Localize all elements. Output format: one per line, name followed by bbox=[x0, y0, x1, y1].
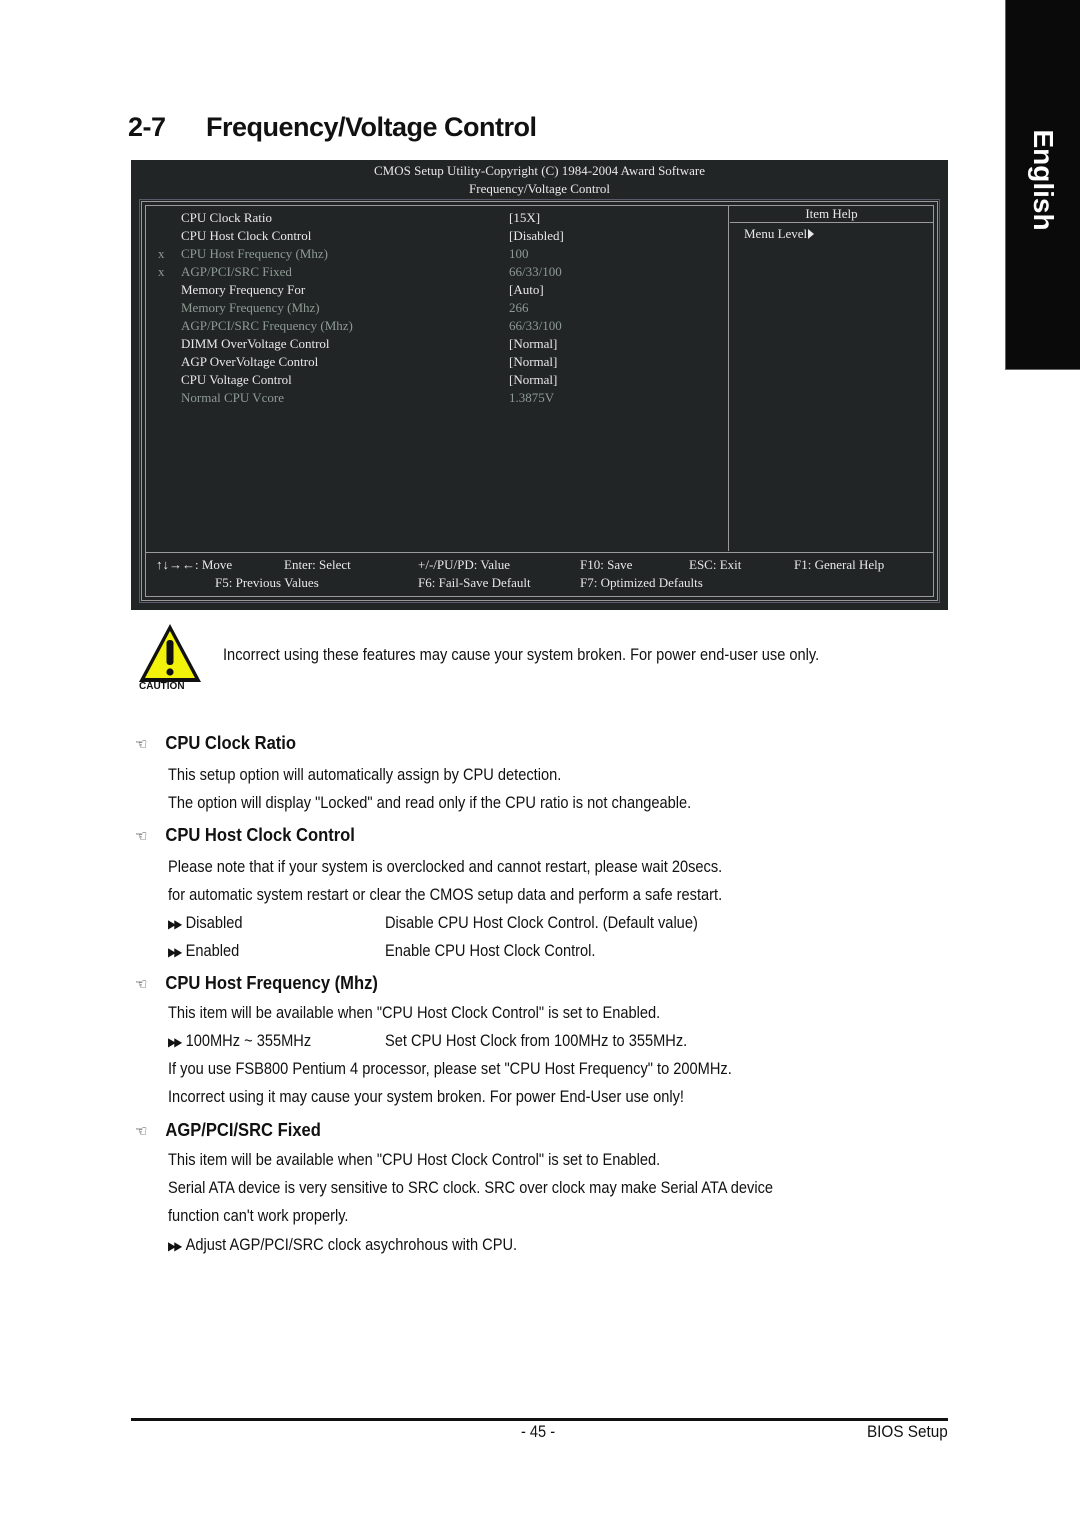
key-value: +/-/PU/PD: Value bbox=[418, 557, 510, 572]
pointing-hand-icon: ☜ bbox=[135, 736, 148, 753]
pointing-hand-icon: ☜ bbox=[135, 1123, 148, 1140]
bios-screenshot: CMOS Setup Utility-Copyright (C) 1984-20… bbox=[131, 160, 948, 610]
fast-forward-icon: ▶▶ bbox=[168, 917, 182, 931]
bios-item-label: CPU Clock Ratio bbox=[181, 210, 273, 225]
paragraph-line: This item will be available when "CPU Ho… bbox=[168, 1150, 661, 1169]
option-desc: Enable CPU Host Clock Control. bbox=[385, 941, 596, 960]
paragraph-line: for automatic system restart or clear th… bbox=[168, 885, 723, 904]
caution-text: Incorrect using these features may cause… bbox=[223, 645, 820, 664]
bios-item-value: 100 bbox=[509, 246, 529, 261]
bios-menu-item[interactable]: CPU Host Clock Control [Disabled] bbox=[146, 227, 728, 245]
key-failsafe: F6: Fail-Save Default bbox=[418, 575, 531, 590]
bios-menu-item[interactable]: Memory Frequency For [Auto] bbox=[146, 281, 728, 299]
item-help-title: Item Help bbox=[730, 206, 933, 223]
bios-item-label: AGP/PCI/SRC Fixed bbox=[181, 264, 292, 279]
bios-frame: CPU Clock Ratio [15X] CPU Host Clock Contr… bbox=[139, 199, 940, 603]
bios-item-value: 1.3875V bbox=[509, 390, 555, 405]
item-help-panel: Item Help Menu Level bbox=[730, 206, 933, 551]
key-move: ↑↓→←: Move bbox=[156, 557, 233, 572]
paragraph-line: This item will be available when "CPU Ho… bbox=[168, 1003, 661, 1022]
bios-item-label: CPU Host Clock Control bbox=[181, 228, 312, 243]
key-save: F10: Save bbox=[580, 557, 633, 572]
key-optimized: F7: Optimized Defaults bbox=[580, 575, 703, 590]
bios-item-value[interactable]: [Normal] bbox=[509, 353, 557, 371]
bios-item-label: AGP/PCI/SRC Frequency (Mhz) bbox=[181, 318, 353, 333]
bios-item-label: Memory Frequency (Mhz) bbox=[181, 300, 320, 315]
bios-item-value[interactable]: [15X] bbox=[509, 209, 540, 227]
bios-item-value[interactable]: [Normal] bbox=[509, 335, 557, 353]
caution-label: CAUTION bbox=[139, 681, 185, 692]
bios-item-value: 66/33/100 bbox=[509, 264, 562, 279]
bios-key-legend: ↑↓→←: Move Enter: Select +/-/PU/PD: Valu… bbox=[146, 552, 933, 596]
bios-menu-item: Memory Frequency (Mhz) 266 bbox=[146, 299, 728, 317]
section-heading: AGP/PCI/SRC Fixed bbox=[165, 1120, 321, 1140]
footer-chapter-title: BIOS Setup bbox=[867, 1422, 948, 1441]
bios-item-value: 66/33/100 bbox=[509, 318, 562, 333]
section-title: Frequency/Voltage Control bbox=[206, 112, 537, 142]
bios-item-value: 266 bbox=[509, 300, 529, 315]
bios-menu-item: x AGP/PCI/SRC Fixed 66/33/100 bbox=[146, 263, 728, 281]
paragraph-line: The option will display "Locked" and rea… bbox=[168, 793, 692, 812]
bios-menu: CPU Clock Ratio [15X] CPU Host Clock Contr… bbox=[146, 206, 729, 551]
paragraph-line: This setup option will automatically ass… bbox=[168, 765, 562, 784]
option-key: Disabled bbox=[185, 913, 243, 932]
disabled-marker: x bbox=[158, 264, 165, 279]
pointing-hand-icon: ☜ bbox=[135, 976, 148, 993]
bios-menu-item[interactable]: DIMM OverVoltage Control [Normal] bbox=[146, 335, 728, 353]
pointing-hand-icon: ☜ bbox=[135, 828, 148, 845]
paragraph-line: If you use FSB800 Pentium 4 processor, p… bbox=[168, 1059, 732, 1078]
page-number: - 45 - bbox=[521, 1422, 556, 1441]
bios-menu-title: Frequency/Voltage Control bbox=[469, 181, 610, 196]
bios-item-label: Normal CPU Vcore bbox=[181, 390, 285, 405]
bios-menu-item[interactable]: CPU Clock Ratio [15X] bbox=[146, 209, 728, 227]
bios-menu-item: x CPU Host Frequency (Mhz) 100 bbox=[146, 245, 728, 263]
fast-forward-icon: ▶▶ bbox=[168, 1239, 182, 1253]
section-heading: CPU Host Clock Control bbox=[165, 825, 355, 845]
bios-item-label: CPU Voltage Control bbox=[181, 372, 292, 387]
bios-menu-item[interactable]: AGP OverVoltage Control [Normal] bbox=[146, 353, 728, 371]
option-key: Enabled bbox=[185, 941, 240, 960]
key-exit: ESC: Exit bbox=[689, 557, 742, 572]
menu-level-label: Menu Level bbox=[744, 226, 808, 241]
option-key: Adjust AGP/PCI/SRC clock asychrohous wit… bbox=[185, 1235, 518, 1254]
key-help: F1: General Help bbox=[794, 557, 885, 572]
bios-copyright: CMOS Setup Utility-Copyright (C) 1984-20… bbox=[373, 163, 705, 178]
bios-menu-item[interactable]: CPU Voltage Control [Normal] bbox=[146, 371, 728, 389]
section-heading: CPU Clock Ratio bbox=[165, 733, 297, 753]
language-tab: English bbox=[1005, 0, 1080, 370]
language-tab-label: English bbox=[1028, 129, 1059, 231]
bios-header: CMOS Setup Utility-Copyright (C) 1984-20… bbox=[131, 160, 948, 198]
option-desc: Disable CPU Host Clock Control. (Default… bbox=[385, 913, 698, 932]
menu-level-arrow-icon bbox=[808, 229, 815, 239]
bios-item-value[interactable]: [Disabled] bbox=[509, 227, 564, 245]
key-previous: F5: Previous Values bbox=[215, 575, 319, 590]
section-number: 2-7 bbox=[128, 112, 166, 142]
paragraph-line: Incorrect using it may cause your system… bbox=[168, 1087, 684, 1106]
paragraph-line: Serial ATA device is very sensitive to S… bbox=[168, 1178, 774, 1197]
bios-menu-item: AGP/PCI/SRC Frequency (Mhz) 66/33/100 bbox=[146, 317, 728, 335]
footer-rule bbox=[131, 1418, 948, 1421]
bios-item-value[interactable]: [Normal] bbox=[509, 371, 557, 389]
key-select: Enter: Select bbox=[284, 557, 351, 572]
fast-forward-icon: ▶▶ bbox=[168, 945, 182, 959]
section-heading: CPU Host Frequency (Mhz) bbox=[165, 973, 378, 993]
paragraph-line: function can't work properly. bbox=[168, 1206, 349, 1225]
bios-item-label: AGP OverVoltage Control bbox=[181, 354, 319, 369]
paragraph-line: Please note that if your system is overc… bbox=[168, 857, 723, 876]
bios-item-label: Memory Frequency For bbox=[181, 282, 306, 297]
disabled-marker: x bbox=[158, 246, 165, 261]
bios-item-label: CPU Host Frequency (Mhz) bbox=[181, 246, 328, 261]
page-title: 2-7 Frequency/Voltage Control bbox=[128, 112, 537, 143]
fast-forward-icon: ▶▶ bbox=[168, 1035, 182, 1049]
option-desc: Set CPU Host Clock from 100MHz to 355MHz… bbox=[385, 1031, 688, 1050]
option-key: 100MHz ~ 355MHz bbox=[185, 1031, 312, 1050]
bios-item-value[interactable]: [Auto] bbox=[509, 281, 544, 299]
bios-item-label: DIMM OverVoltage Control bbox=[181, 336, 330, 351]
bios-menu-item: Normal CPU Vcore 1.3875V bbox=[146, 389, 728, 407]
